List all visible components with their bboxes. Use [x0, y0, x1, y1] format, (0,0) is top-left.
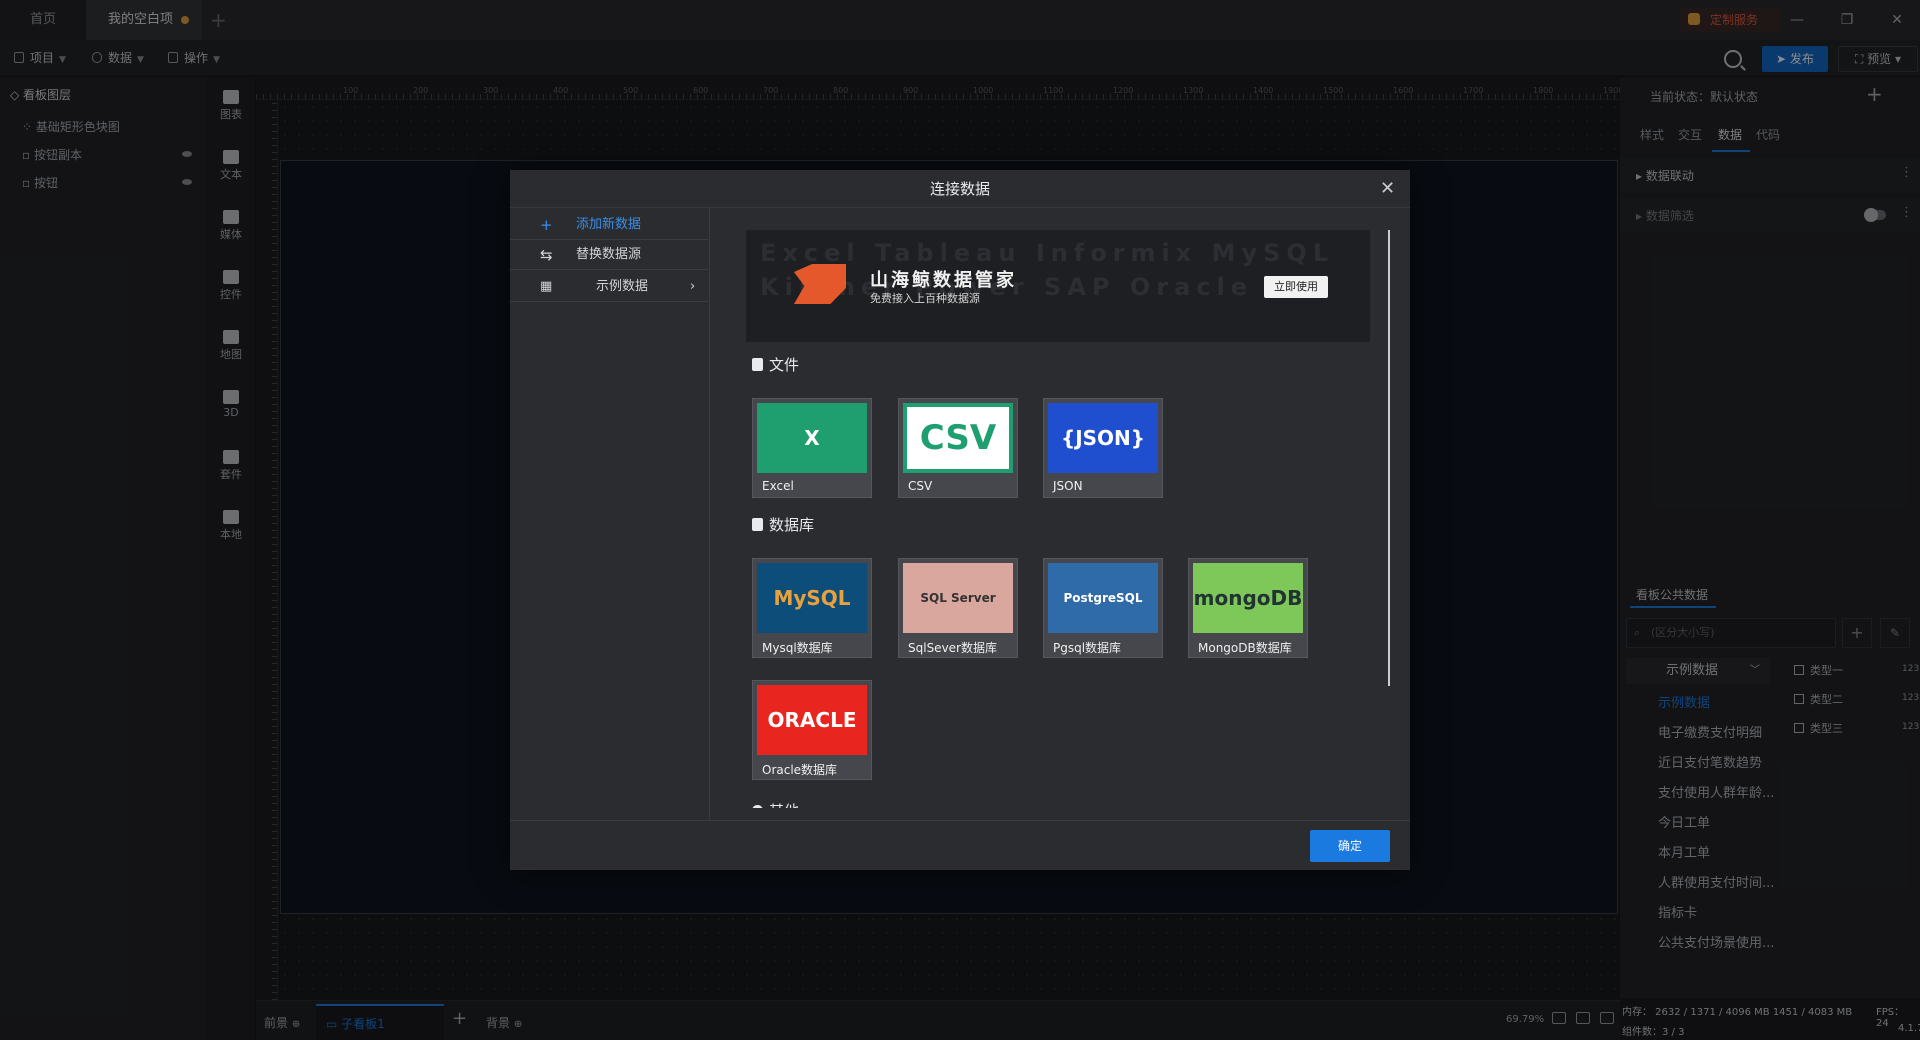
logo-text: MySQL — [773, 586, 851, 610]
sidebar-item-label: 替换数据源 — [576, 247, 642, 262]
data-source-logo-icon: {JSON} — [1048, 403, 1158, 473]
sidebar-item-label: 添加新数据 — [576, 217, 642, 232]
group-title-label: 其他 — [769, 802, 799, 808]
logo-text: X — [804, 426, 820, 450]
logo-text: {JSON} — [1060, 426, 1146, 450]
logo-text: SQL Server — [920, 591, 996, 605]
group-title-label: 文件 — [769, 356, 800, 374]
data-source-label: Oracle数据库 — [762, 763, 838, 777]
data-source-label: SqlSever数据库 — [908, 641, 997, 655]
group-title-file: 文件 — [752, 354, 799, 375]
sidebar-item-label: 示例数据 — [596, 279, 649, 294]
dialog-title: 连接数据 — [510, 170, 1410, 208]
sidebar-item-sample-data[interactable]: ▦ 示例数据 › — [510, 272, 708, 302]
table-icon: ▦ — [540, 279, 553, 294]
logo-text: PostgreSQL — [1063, 591, 1143, 605]
group-title-label: 数据库 — [769, 516, 815, 534]
data-source-card[interactable]: SQL Server SqlSever数据库 — [898, 558, 1018, 658]
data-source-logo-icon: MySQL — [757, 563, 867, 633]
data-source-logo-icon: PostgreSQL — [1048, 563, 1158, 633]
data-source-logo-icon: CSV — [903, 403, 1013, 473]
data-source-card[interactable]: X Excel — [752, 398, 872, 498]
logo-text: mongoDB — [1193, 586, 1303, 610]
data-source-label: CSV — [908, 479, 933, 493]
sidebar-item-add-data[interactable]: + 添加新数据 — [510, 210, 708, 240]
group-title-database: 数据库 — [752, 514, 814, 535]
data-source-logo-icon: ORACLE — [757, 685, 867, 755]
data-source-label: Pgsql数据库 — [1053, 641, 1122, 655]
data-source-label: Mysql数据库 — [762, 641, 833, 655]
other-icon — [752, 805, 763, 808]
data-source-card[interactable]: mongoDB MongoDB数据库 — [1188, 558, 1308, 658]
plus-icon: + — [540, 216, 553, 234]
data-source-logo-icon: SQL Server — [903, 563, 1013, 633]
logo-text: CSV — [919, 418, 997, 458]
dialog-footer — [510, 820, 1410, 870]
data-source-logo-icon: X — [757, 403, 867, 473]
data-source-label: MongoDB数据库 — [1198, 641, 1292, 655]
use-now-button[interactable]: 立即使用 — [1264, 276, 1328, 298]
dialog-scrollbar[interactable] — [1388, 230, 1390, 686]
data-source-card[interactable]: ORACLE Oracle数据库 — [752, 680, 872, 780]
swap-icon: ⇆ — [540, 246, 553, 264]
banner-title: 山海鲸数据管家 — [870, 270, 1017, 291]
data-source-card[interactable]: MySQL Mysql数据库 — [752, 558, 872, 658]
banner-subtitle: 免费接入上百种数据源 — [870, 292, 980, 305]
close-icon[interactable]: ✕ — [1380, 178, 1395, 199]
data-source-card[interactable]: PostgreSQL Pgsql数据库 — [1043, 558, 1163, 658]
file-icon — [752, 358, 763, 371]
chevron-right-icon: › — [690, 279, 696, 294]
data-source-card[interactable]: {JSON} JSON — [1043, 398, 1163, 498]
data-source-label: JSON — [1053, 479, 1083, 493]
database-icon — [752, 518, 763, 531]
group-title-other: 其他 — [752, 800, 812, 808]
logo-text: ORACLE — [767, 708, 857, 732]
data-source-card[interactable]: CSV CSV — [898, 398, 1018, 498]
confirm-button[interactable]: 确定 — [1310, 830, 1390, 862]
data-source-label: Excel — [762, 479, 794, 493]
sidebar-item-replace-source[interactable]: ⇆ 替换数据源 — [510, 240, 708, 270]
data-source-logo-icon: mongoDB — [1193, 563, 1303, 633]
